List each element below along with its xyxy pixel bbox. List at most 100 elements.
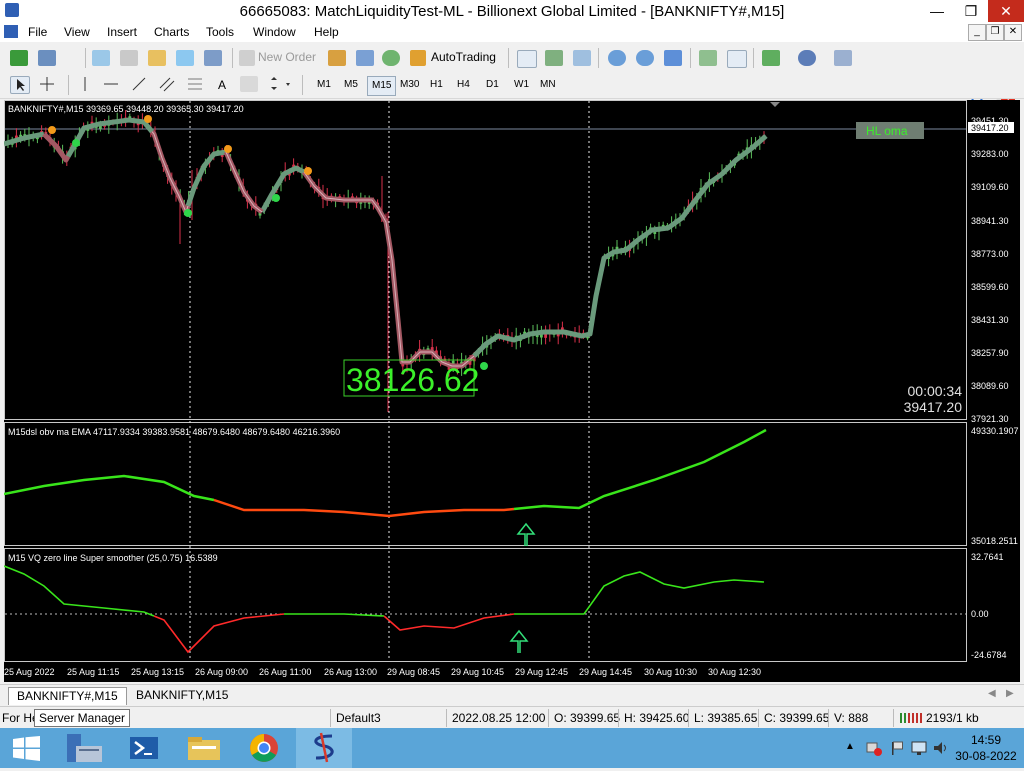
tray-flag-icon[interactable]: [889, 740, 905, 756]
timeframe-m1[interactable]: M1: [313, 76, 335, 94]
new-order-button[interactable]: New Order: [258, 50, 316, 64]
chrome-taskbar-icon[interactable]: [236, 728, 292, 768]
obv-top-label: 49330.1907: [971, 426, 1019, 436]
tray-clock-time[interactable]: 14:59: [956, 733, 1016, 747]
timeframe-w1[interactable]: W1: [510, 76, 533, 94]
text-tool-icon[interactable]: A: [218, 78, 226, 92]
profiles-icon[interactable]: [38, 50, 56, 66]
autoscroll-icon[interactable]: [727, 50, 747, 68]
drawing-toolbar: A M1 M5 M15 M30 H1 H4 D1 W1 MN: [0, 72, 1024, 99]
vq-bottom-label: -24.6784: [971, 650, 1007, 660]
timeframe-h4[interactable]: H4: [453, 76, 474, 94]
tray-network-icon[interactable]: [866, 740, 882, 756]
vertical-line-icon[interactable]: [76, 76, 94, 92]
crosshair-icon[interactable]: [38, 76, 56, 92]
cursor-icon[interactable]: [10, 76, 30, 94]
menu-file[interactable]: File: [28, 25, 47, 39]
chart-shift-marker[interactable]: [770, 102, 780, 107]
timeframe-m30[interactable]: M30: [396, 76, 423, 94]
mdi-restore-button[interactable]: ❐: [986, 24, 1004, 41]
indicators-icon[interactable]: [762, 50, 780, 66]
tab-scroll-left-icon[interactable]: ◀: [988, 688, 996, 699]
menu-tools[interactable]: Tools: [206, 25, 234, 39]
tray-monitor-icon[interactable]: [911, 740, 927, 756]
tray-clock-date[interactable]: 30-08-2022: [952, 749, 1020, 763]
main-chart-header: BANKNIFTY#,M15 39369.65 39448.20 39365.3…: [8, 104, 244, 114]
terminal-icon[interactable]: [176, 50, 194, 66]
autotrading-icon[interactable]: [410, 50, 426, 66]
new-order-icon[interactable]: [239, 50, 255, 66]
green-dot: [184, 209, 192, 217]
timeframe-d1[interactable]: D1: [482, 76, 503, 94]
powershell-taskbar-icon[interactable]: [116, 728, 172, 768]
zoom-out-icon[interactable]: [636, 50, 654, 66]
navigator-icon[interactable]: [120, 50, 138, 66]
minimize-button[interactable]: —: [920, 0, 954, 22]
price-tick: 38773.00: [971, 249, 1009, 259]
time-tick: 29 Aug 10:45: [451, 667, 504, 677]
text-label-icon[interactable]: [240, 76, 258, 92]
mdi-close-button[interactable]: ✕: [1004, 24, 1022, 41]
metaeditor-icon[interactable]: [328, 50, 346, 66]
price-tick: 38431.30: [971, 315, 1009, 325]
trendline-icon[interactable]: [130, 76, 148, 92]
server-manager-taskbar-icon[interactable]: [58, 728, 114, 768]
status-open: O: 39399.65: [554, 711, 621, 725]
mdi-minimize-button[interactable]: _: [968, 24, 986, 41]
timeframe-m5[interactable]: M5: [340, 76, 362, 94]
market-watch-icon[interactable]: [92, 50, 110, 66]
timeframe-h1[interactable]: H1: [426, 76, 447, 94]
green-dot: [272, 194, 280, 202]
green-signal-dots: [72, 139, 488, 370]
menu-window[interactable]: Window: [253, 25, 296, 39]
chart-window-icon: [4, 25, 18, 38]
vq-indicator-pane[interactable]: [4, 548, 967, 662]
up-arrow-icon: [509, 629, 529, 653]
arrows-icon[interactable]: [268, 76, 290, 92]
start-button[interactable]: [0, 728, 56, 768]
fibonacci-icon[interactable]: [186, 76, 204, 92]
timeframe-mn[interactable]: MN: [536, 76, 560, 94]
periods-icon[interactable]: [798, 50, 816, 66]
zoom-in-icon[interactable]: [608, 50, 626, 66]
file-explorer-taskbar-icon[interactable]: [176, 728, 232, 768]
chart-shift-icon[interactable]: [699, 50, 717, 66]
time-tick: 26 Aug 09:00: [195, 667, 248, 677]
connection-bars-icon[interactable]: [900, 711, 922, 723]
menu-charts[interactable]: Charts: [154, 25, 189, 39]
tab-banknifty-hash-m15[interactable]: BANKNIFTY#,M15: [8, 687, 127, 705]
new-chart-icon[interactable]: [10, 50, 28, 66]
tray-volume-icon[interactable]: [932, 740, 948, 756]
menu-insert[interactable]: Insert: [107, 25, 137, 39]
restore-button[interactable]: ❐: [954, 0, 988, 22]
menu-help[interactable]: Help: [314, 25, 339, 39]
tab-banknifty-m15[interactable]: BANKNIFTY,M15: [128, 687, 236, 704]
main-chart-pane[interactable]: [4, 100, 967, 420]
tab-scroll-right-icon[interactable]: ▶: [1006, 688, 1014, 699]
time-tick: 29 Aug 14:45: [579, 667, 632, 677]
horizontal-line-icon[interactable]: [102, 76, 120, 92]
status-bar: For He Server Manager Default3 2022.08.2…: [0, 706, 1024, 729]
tile-windows-icon[interactable]: [664, 50, 682, 66]
market-icon[interactable]: [382, 50, 400, 66]
autotrading-button[interactable]: AutoTrading: [431, 50, 496, 64]
chart-window[interactable]: BANKNIFTY#,M15 39369.65 39448.20 39365.3…: [3, 100, 1020, 682]
obv-line-green: [3, 474, 215, 502]
tray-expand-icon[interactable]: ▲: [845, 741, 855, 752]
bar-chart-icon[interactable]: [517, 50, 537, 68]
obv-indicator-pane[interactable]: [4, 422, 967, 546]
orange-dot: [224, 145, 232, 153]
ma-line-green: [3, 117, 768, 358]
trading-terminal-taskbar-icon[interactable]: [296, 728, 352, 768]
strategy-tester-icon[interactable]: [204, 50, 222, 66]
close-button[interactable]: ✕: [988, 0, 1024, 22]
candlestick-icon[interactable]: [545, 50, 563, 66]
line-chart-icon[interactable]: [573, 50, 591, 66]
templates-icon[interactable]: [834, 50, 852, 66]
data-window-icon[interactable]: [148, 50, 166, 66]
menu-view[interactable]: View: [64, 25, 90, 39]
signals-icon[interactable]: [356, 50, 374, 66]
timeframe-m15[interactable]: M15: [367, 76, 397, 96]
up-arrow-icon: [516, 522, 536, 546]
equidistant-channel-icon[interactable]: [158, 76, 176, 92]
